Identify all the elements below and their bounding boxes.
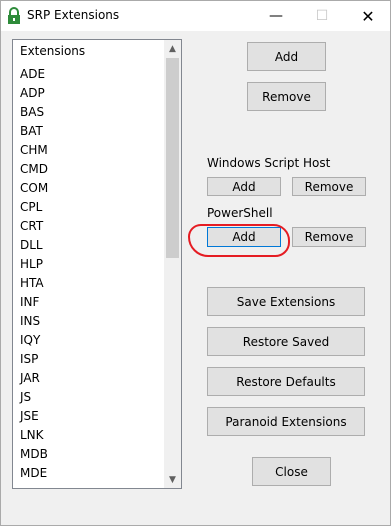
extension-list: ADE ADP BAS BAT CHM CMD COM CPL CRT DLL … [20,65,48,483]
close-button[interactable]: Close [252,457,331,486]
restore-saved-button[interactable]: Restore Saved [207,327,365,356]
list-item[interactable]: ADP [20,84,48,103]
list-item[interactable]: MDE [20,464,48,483]
lock-icon [6,7,22,25]
list-item[interactable]: BAT [20,122,48,141]
minimize-button[interactable]: — [253,1,299,31]
add-extension-button[interactable]: Add [247,42,326,71]
close-window-button[interactable]: ✕ [345,1,391,31]
maximize-button[interactable]: ☐ [299,1,345,31]
scroll-down-icon[interactable]: ▼ [164,471,181,488]
scroll-up-icon[interactable]: ▲ [164,40,181,57]
list-item[interactable]: JS [20,388,48,407]
powershell-remove-button[interactable]: Remove [292,227,366,247]
list-item[interactable]: LNK [20,426,48,445]
list-item[interactable]: BAS [20,103,48,122]
srp-extensions-window: SRP Extensions — ☐ ✕ Extensions ADE ADP … [0,0,391,526]
list-item[interactable]: MDB [20,445,48,464]
list-item[interactable]: DLL [20,236,48,255]
powershell-label: PowerShell [207,206,273,220]
annotation-circle [188,224,290,257]
list-item[interactable]: JAR [20,369,48,388]
list-item[interactable]: JSE [20,407,48,426]
remove-extension-button[interactable]: Remove [247,82,326,111]
list-item[interactable]: CHM [20,141,48,160]
list-item[interactable]: CMD [20,160,48,179]
vertical-scrollbar[interactable]: ▲ ▼ [164,40,181,488]
title-bar: SRP Extensions — ☐ ✕ [1,1,390,31]
list-item[interactable]: HTA [20,274,48,293]
list-item[interactable]: INS [20,312,48,331]
list-item[interactable]: ADE [20,65,48,84]
list-item[interactable]: IQY [20,331,48,350]
list-item[interactable]: HLP [20,255,48,274]
list-item[interactable]: COM [20,179,48,198]
list-item[interactable]: ISP [20,350,48,369]
save-extensions-button[interactable]: Save Extensions [207,287,365,316]
list-header: Extensions [20,44,86,58]
scroll-thumb[interactable] [166,58,179,258]
window-title: SRP Extensions [27,8,120,22]
restore-defaults-button[interactable]: Restore Defaults [207,367,365,396]
list-item[interactable]: CPL [20,198,48,217]
list-item[interactable]: CRT [20,217,48,236]
paranoid-extensions-button[interactable]: Paranoid Extensions [207,407,365,436]
wsh-add-button[interactable]: Add [207,177,281,196]
wsh-label: Windows Script Host [207,156,331,170]
list-item[interactable]: INF [20,293,48,312]
wsh-remove-button[interactable]: Remove [292,177,366,196]
extensions-listbox[interactable]: Extensions ADE ADP BAS BAT CHM CMD COM C… [12,39,182,489]
